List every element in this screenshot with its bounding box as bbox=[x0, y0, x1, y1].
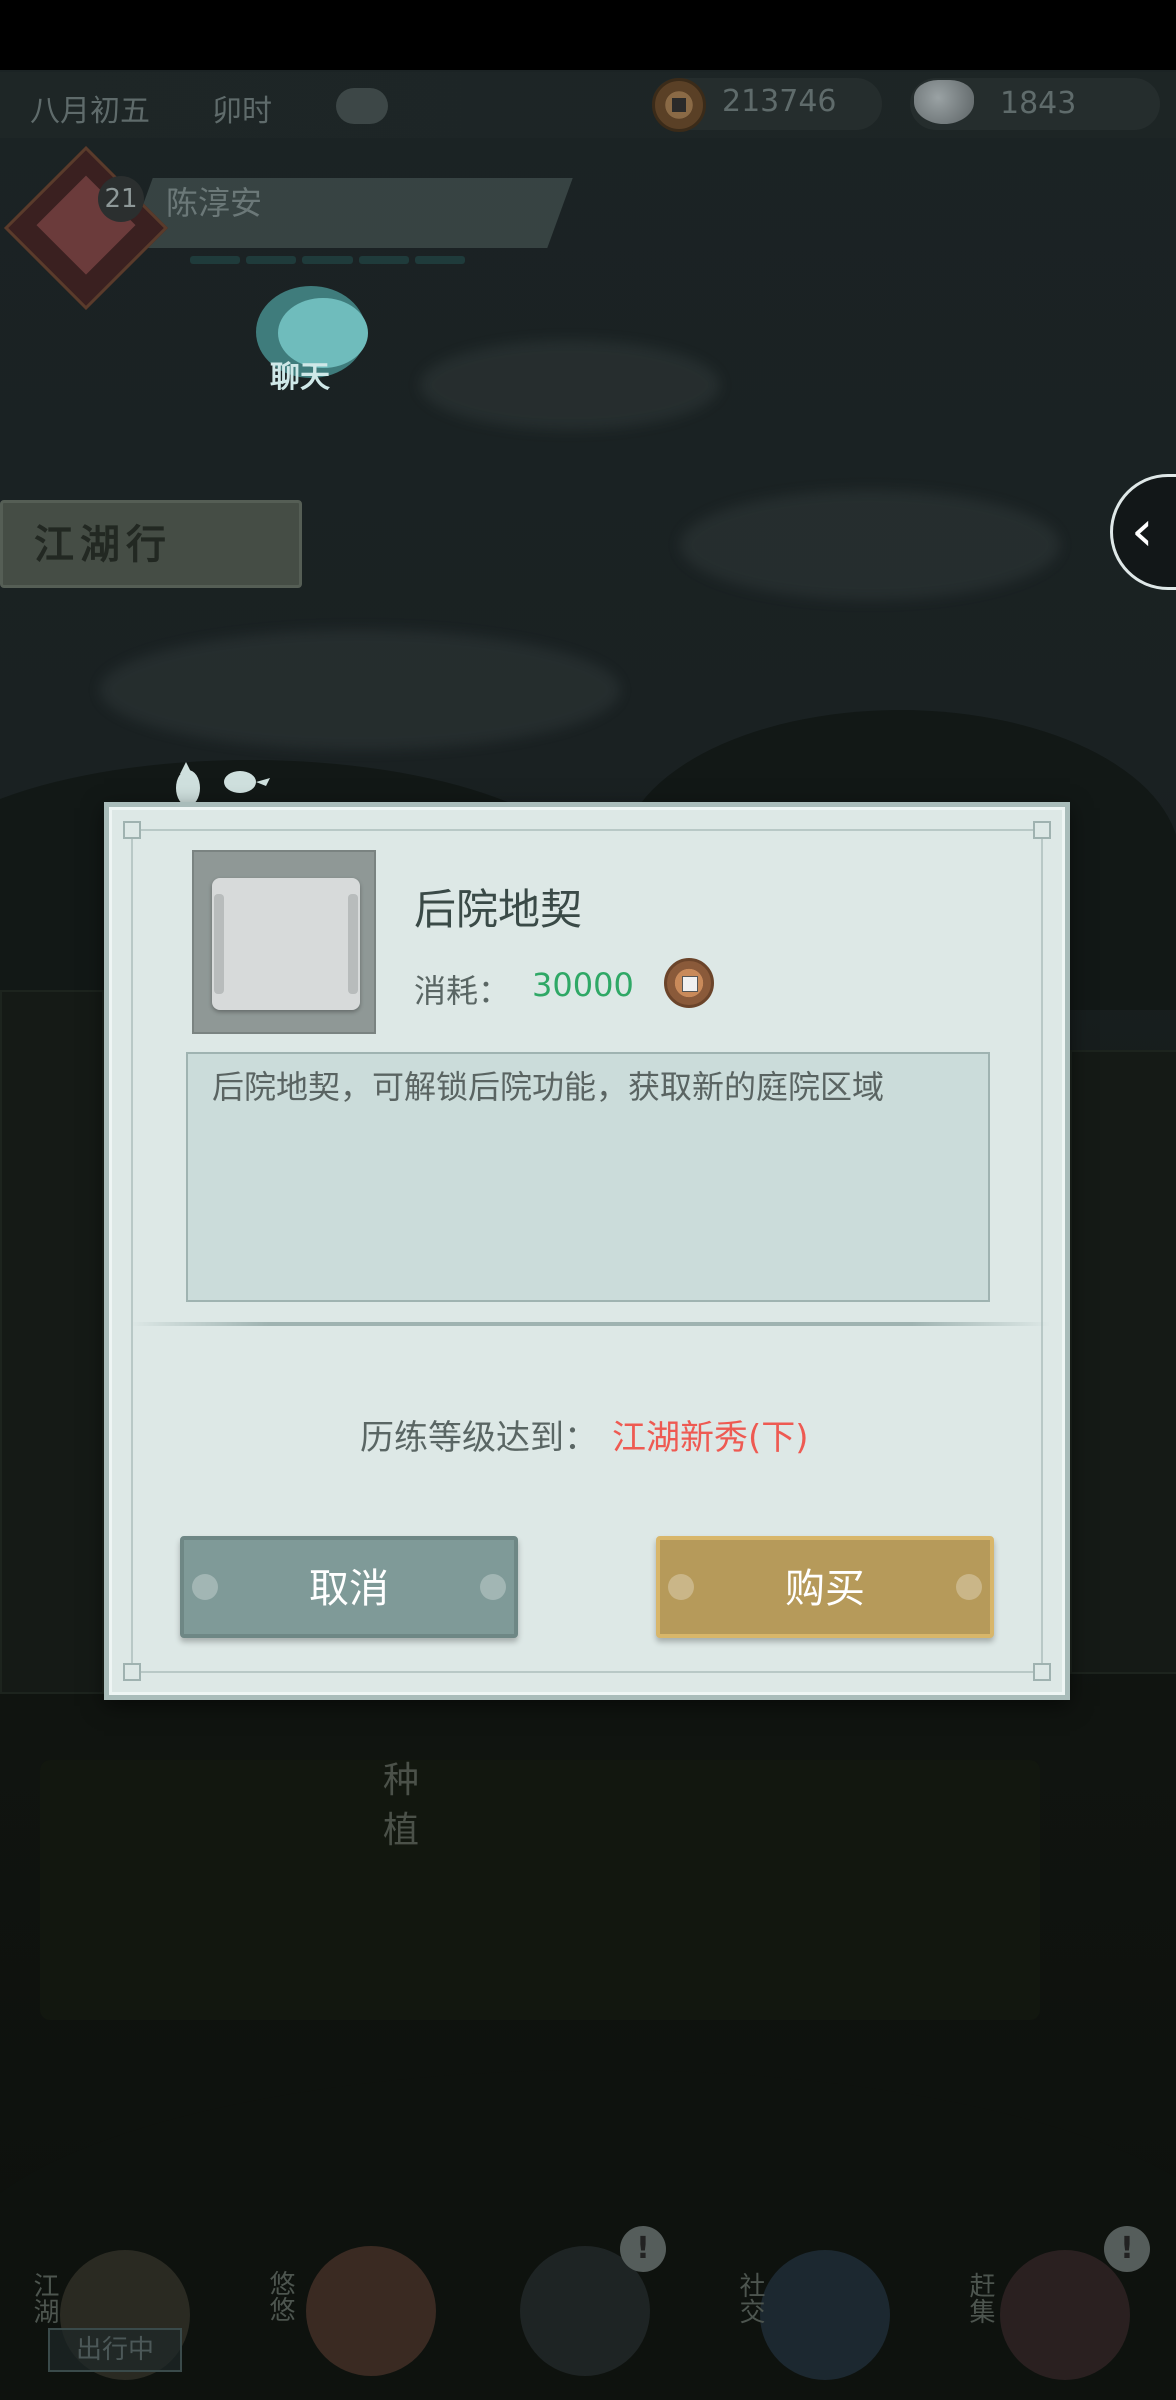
market-alert-icon: ! bbox=[1104, 2226, 1150, 2272]
copper-coin-icon bbox=[664, 958, 714, 1008]
buy-button[interactable]: 购买 bbox=[656, 1536, 994, 1638]
player-progress-bar bbox=[190, 256, 466, 264]
status-bar bbox=[0, 0, 1176, 70]
social-nav-button[interactable] bbox=[760, 2250, 890, 2380]
weather-icon bbox=[336, 88, 388, 124]
cost-value: 30000 bbox=[532, 966, 634, 1004]
jianghu-label: 江湖行 bbox=[34, 521, 172, 568]
planting-sign[interactable]: 种植 bbox=[376, 1756, 426, 1856]
time-label: 卯时 bbox=[212, 94, 272, 129]
item-description: 后院地契，可解锁后院功能，获取新的庭院区域 bbox=[212, 1068, 885, 1106]
youyou-nav-button[interactable] bbox=[306, 2246, 436, 2376]
market-nav-button[interactable] bbox=[1000, 2250, 1130, 2380]
copper-value: 213746 bbox=[722, 84, 837, 119]
requirement-value: 江湖新秀(下) bbox=[612, 1418, 809, 1458]
out-status-label: 出行中 bbox=[48, 2328, 182, 2372]
compass-alert-icon: ! bbox=[620, 2226, 666, 2272]
market-nav-label: 赶集 bbox=[965, 2272, 995, 2324]
social-nav-label: 社交 bbox=[735, 2272, 765, 2324]
silver-ingot-icon bbox=[914, 80, 974, 124]
player-name: 陈淳安 bbox=[166, 184, 263, 222]
player-level-badge: 21 bbox=[98, 176, 144, 222]
youyou-nav-label: 悠悠 bbox=[265, 2270, 295, 2322]
jianghu-nav-label: 江湖 bbox=[29, 2272, 59, 2324]
cost-label: 消耗： bbox=[414, 972, 511, 1010]
chevron-left-icon: ‹ bbox=[1131, 499, 1154, 564]
cancel-button[interactable]: 取消 bbox=[180, 1536, 518, 1638]
requirement-label: 历练等级达到： bbox=[360, 1418, 598, 1458]
copper-coin-icon bbox=[652, 78, 706, 132]
item-name: 后院地契 bbox=[414, 885, 583, 934]
date-label: 八月初五 bbox=[30, 94, 150, 129]
land-deed-icon bbox=[192, 850, 376, 1034]
divider bbox=[130, 1322, 1050, 1326]
buy-button-label: 购买 bbox=[785, 1566, 865, 1612]
silver-value: 1843 bbox=[1000, 86, 1077, 121]
chat-label: 聊天 bbox=[270, 360, 330, 395]
cancel-button-label: 取消 bbox=[309, 1566, 389, 1612]
